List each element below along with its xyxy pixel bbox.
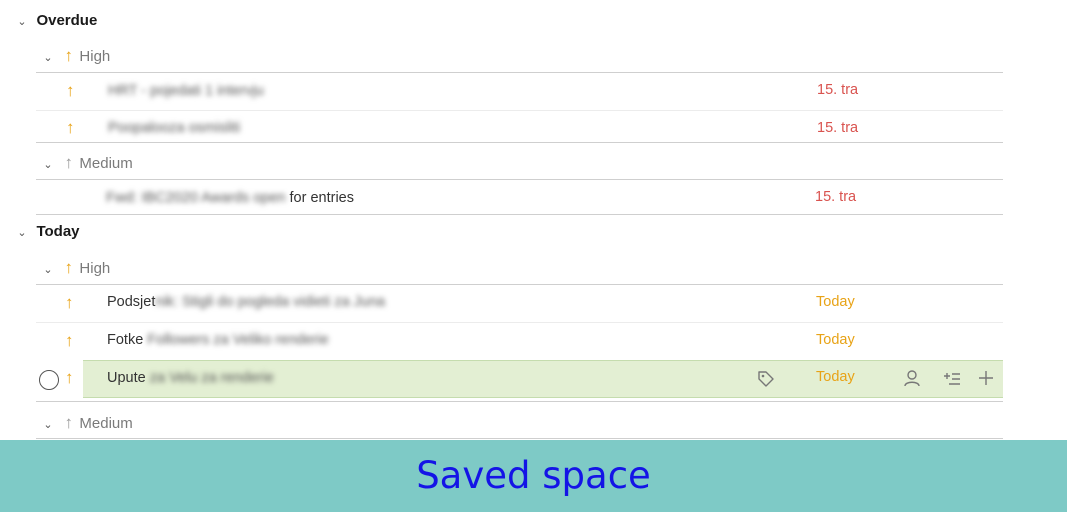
person-icon[interactable] — [903, 369, 921, 392]
section-header-today[interactable]: ⌄ Today — [16, 223, 80, 241]
task-title-rest: - pojedati 1 intervju — [137, 83, 264, 99]
chevron-down-icon[interactable]: ⌄ — [42, 263, 54, 276]
divider — [36, 438, 1003, 439]
task-row[interactable]: ↑ Fotke Followers za Veliko renderie Tod… — [36, 323, 1003, 359]
chevron-down-icon[interactable]: ⌄ — [16, 15, 28, 28]
chevron-down-icon[interactable]: ⌄ — [42, 418, 54, 431]
section-title: Today — [36, 223, 80, 240]
arrow-up-icon: ↑ — [65, 293, 74, 312]
group-label: Medium — [79, 155, 133, 172]
chevron-down-icon[interactable]: ⌄ — [16, 226, 28, 239]
group-label: Medium — [79, 415, 133, 432]
add-subtask-icon[interactable] — [943, 370, 961, 393]
saved-space-label: Saved space — [416, 454, 651, 497]
task-row[interactable]: ↑ HRT - pojedati 1 intervju 15. tra — [36, 73, 1003, 110]
task-title[interactable]: Poopalooza osmisliti — [108, 120, 240, 136]
tag-icon[interactable] — [757, 370, 775, 393]
due-date[interactable]: Today — [816, 369, 855, 385]
group-label: High — [79, 260, 111, 277]
task-title-middle: IBC2020 Awards open — [137, 190, 286, 206]
task-title-prefix: Fotke — [107, 332, 144, 348]
arrow-up-icon: ↑ — [65, 331, 74, 350]
group-header-high[interactable]: ⌄ ↑ High — [42, 258, 110, 278]
group-header-medium[interactable]: ⌄ ↑ Medium — [42, 153, 133, 173]
task-row[interactable]: Fwd: IBC2020 Awards open for entries 15.… — [36, 180, 1003, 214]
chevron-down-icon[interactable]: ⌄ — [42, 158, 54, 171]
task-title-rest: za Velu za renderie — [145, 370, 274, 386]
task-title-rest: nik: Stigli do pogleda vidieti za Juna — [155, 294, 386, 310]
arrow-up-icon: ↑ — [64, 413, 73, 432]
task-title[interactable]: HRT - pojedati 1 intervju — [108, 83, 264, 99]
task-row[interactable]: ↑ Podsjetnik: Stigli do pogleda vidieti … — [36, 285, 1003, 322]
task-title[interactable]: Fwd: IBC2020 Awards open for entries — [106, 190, 354, 206]
arrow-up-icon: ↑ — [65, 368, 74, 387]
chevron-down-icon[interactable]: ⌄ — [42, 51, 54, 64]
task-title-prefix: HRT — [108, 83, 138, 99]
task-title[interactable]: Upute za Velu za renderie — [107, 370, 274, 386]
section-header-overdue[interactable]: ⌄ Overdue — [16, 12, 97, 30]
task-title[interactable]: Podsjetnik: Stigli do pogleda vidieti za… — [107, 294, 385, 310]
group-label: High — [79, 48, 111, 65]
arrow-up-icon: ↑ — [64, 153, 73, 172]
task-title-prefix: Fwd: — [106, 190, 138, 206]
task-title-prefix: Podsjet — [107, 294, 156, 310]
due-date[interactable]: 15. tra — [817, 120, 858, 136]
task-title-suffix: for entries — [285, 190, 354, 206]
divider — [36, 142, 1003, 143]
arrow-up-icon: ↑ — [64, 46, 73, 65]
task-row[interactable]: ↑ Poopalooza osmisliti 15. tra — [36, 111, 1003, 142]
arrow-up-icon: ↑ — [64, 258, 73, 277]
arrow-up-icon: ↑ — [66, 81, 75, 100]
task-title[interactable]: Fotke Followers za Veliko renderie — [107, 332, 329, 348]
divider — [36, 401, 1003, 402]
arrow-up-icon: ↑ — [66, 118, 75, 137]
group-header-medium[interactable]: ⌄ ↑ Medium — [42, 413, 133, 433]
due-date[interactable]: Today — [816, 294, 855, 310]
section-title: Overdue — [36, 12, 98, 29]
due-date[interactable]: 15. tra — [815, 189, 856, 205]
plus-icon[interactable] — [977, 369, 995, 392]
due-date[interactable]: 15. tra — [817, 82, 858, 98]
task-title-rest: Followers za Veliko renderie — [143, 332, 329, 348]
circle-checkbox-icon[interactable] — [39, 370, 59, 390]
task-title-prefix: Upute — [107, 370, 146, 386]
group-header-high[interactable]: ⌄ ↑ High — [42, 46, 110, 66]
due-date[interactable]: Today — [816, 332, 855, 348]
divider — [36, 214, 1003, 215]
